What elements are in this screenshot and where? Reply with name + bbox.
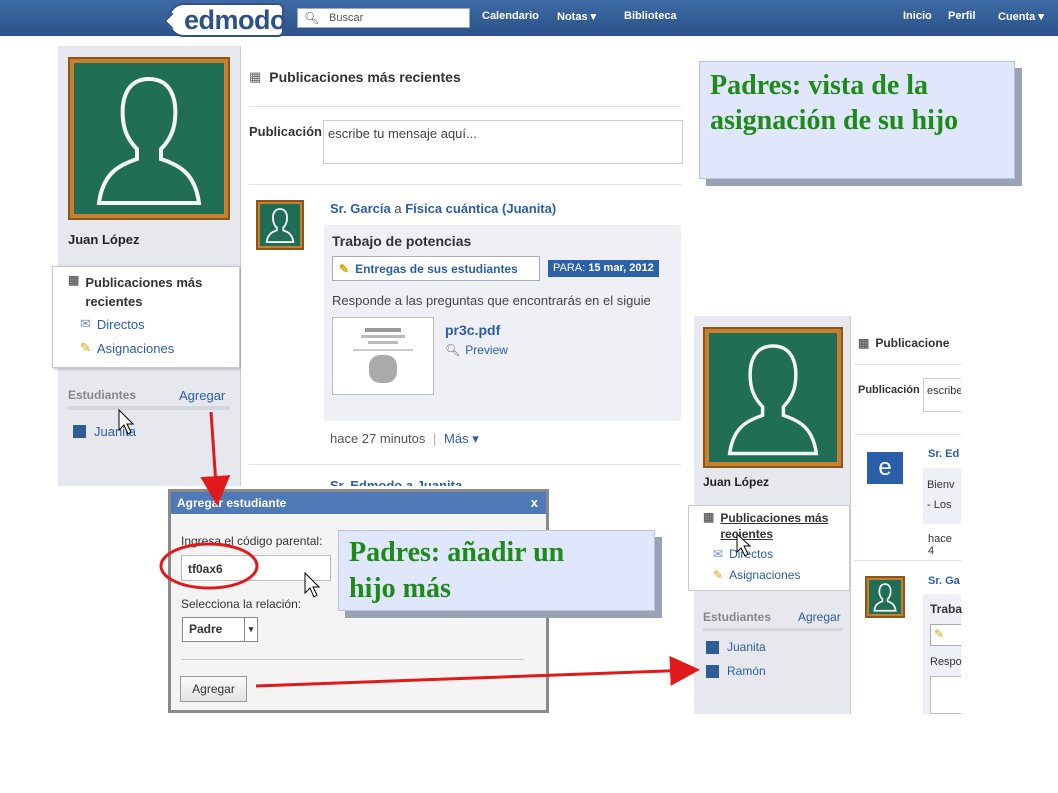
arrow-to-dialog bbox=[200, 411, 231, 506]
cursor-arrow-icon bbox=[118, 408, 135, 435]
cursor-arrow-icon bbox=[304, 571, 321, 598]
highlight-ellipse bbox=[159, 542, 259, 590]
annotation-overlay bbox=[118, 408, 752, 688]
cursor-arrow-icon bbox=[736, 532, 752, 557]
arrow-to-new-student bbox=[255, 655, 700, 688]
